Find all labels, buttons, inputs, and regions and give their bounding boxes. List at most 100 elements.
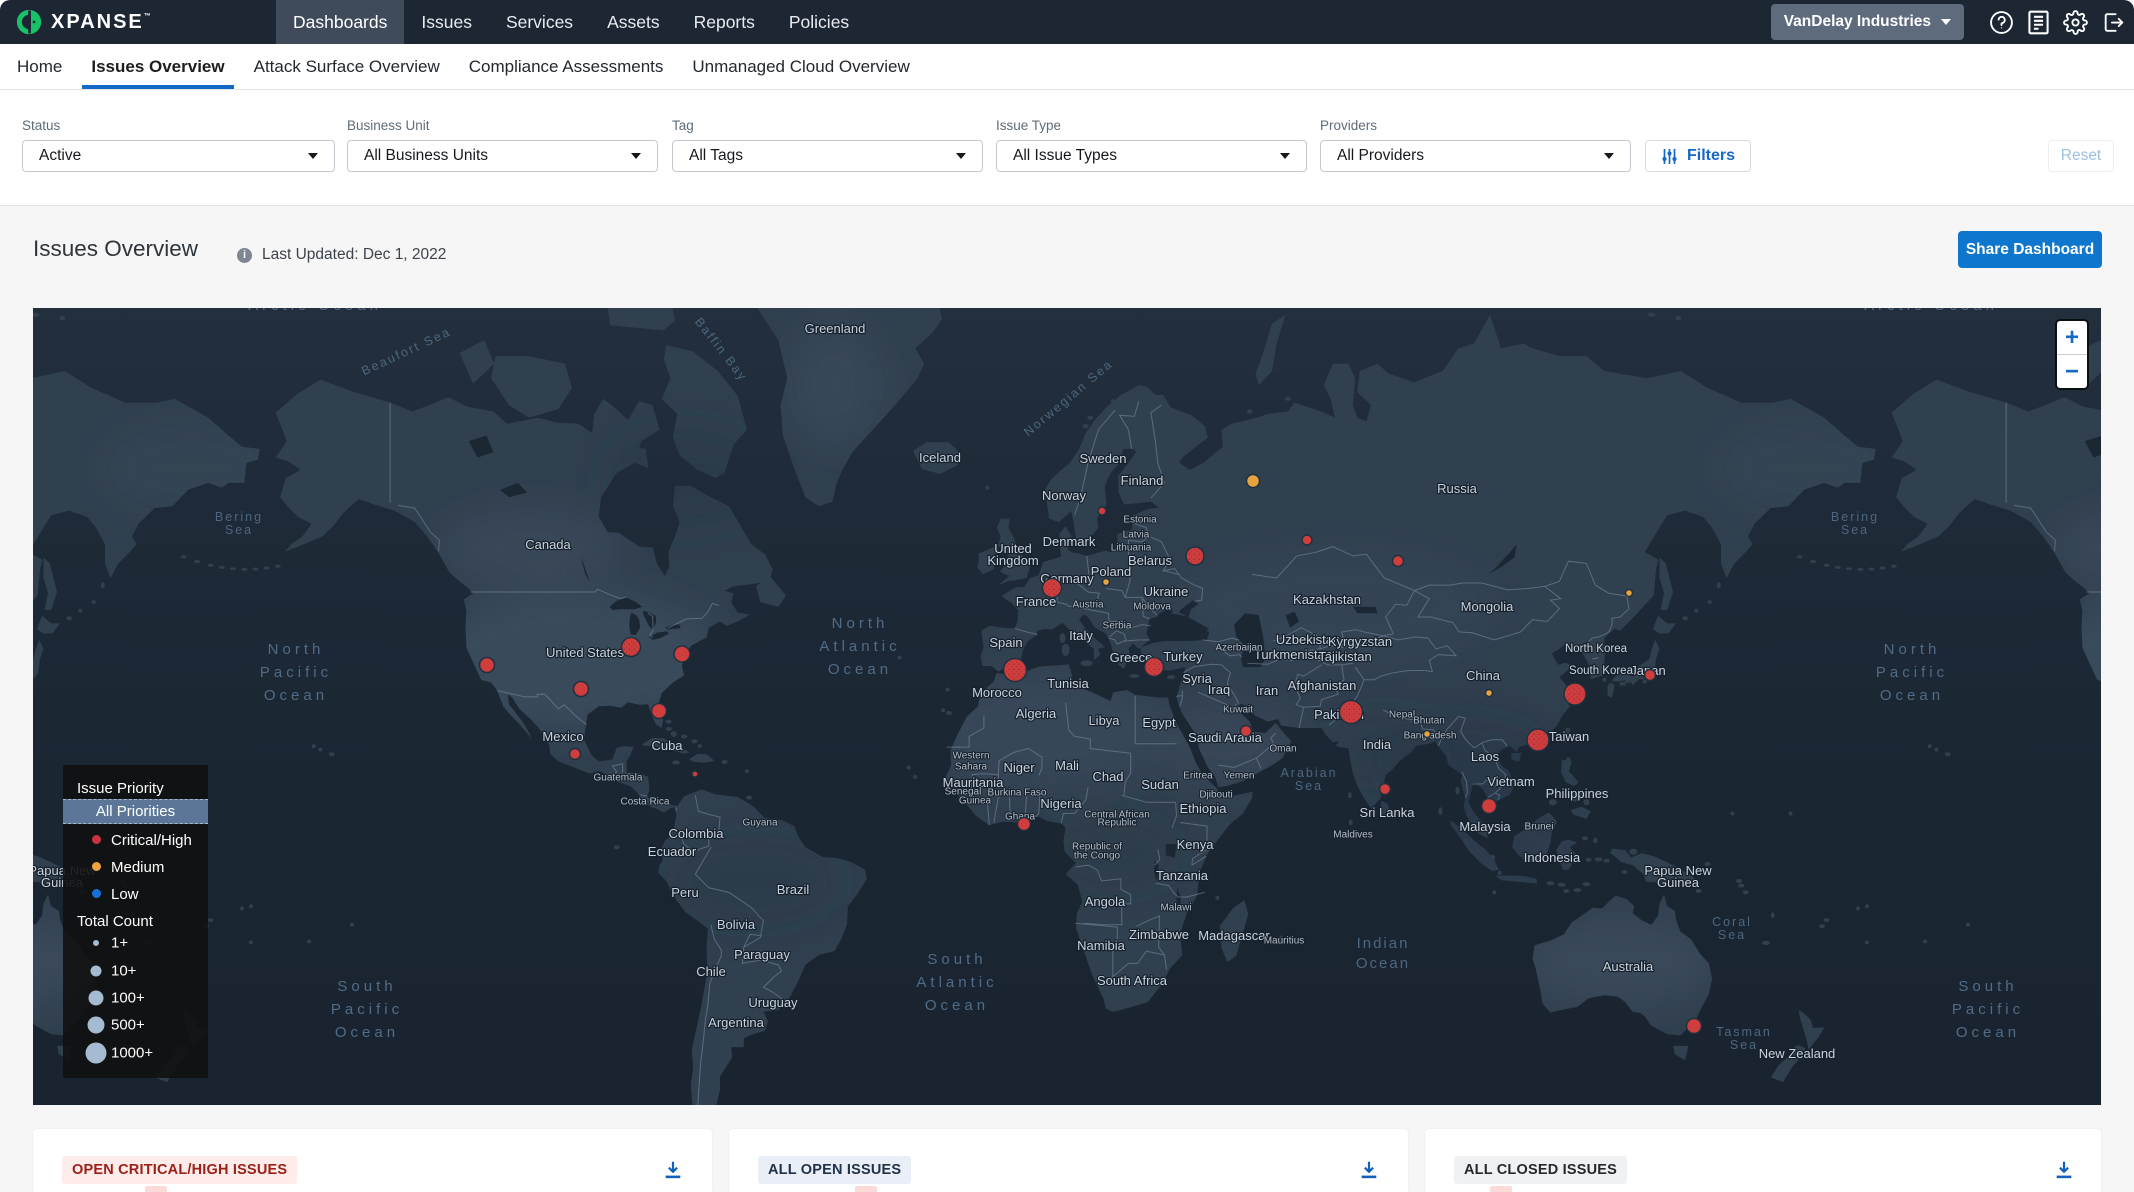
- svg-text:South Africa: South Africa: [1097, 973, 1168, 988]
- svg-text:Kazakhstan: Kazakhstan: [1293, 592, 1361, 607]
- svg-text:Sahara: Sahara: [955, 762, 988, 773]
- svg-text:Malawi: Malawi: [1160, 903, 1191, 914]
- svg-text:Pacific: Pacific: [1876, 664, 1948, 681]
- svg-text:India: India: [1363, 737, 1392, 752]
- svg-text:Angola: Angola: [1085, 894, 1126, 909]
- svg-text:Malaysia: Malaysia: [1459, 819, 1511, 834]
- svg-text:Belarus: Belarus: [1128, 553, 1173, 568]
- svg-text:Austria: Austria: [1072, 600, 1104, 611]
- svg-text:Sea: Sea: [1295, 779, 1323, 793]
- svg-text:Morocco: Morocco: [972, 685, 1022, 700]
- svg-text:Canada: Canada: [525, 537, 571, 552]
- svg-text:Serbia: Serbia: [1103, 621, 1132, 632]
- svg-text:Ocean: Ocean: [1956, 1024, 2020, 1041]
- svg-text:Indonesia: Indonesia: [1524, 850, 1581, 865]
- svg-text:Guyana: Guyana: [742, 818, 777, 829]
- svg-text:Nigeria: Nigeria: [1040, 796, 1082, 811]
- svg-text:the Congo: the Congo: [1074, 851, 1121, 862]
- svg-text:South Korea: South Korea: [1569, 665, 1634, 677]
- svg-text:Mongolia: Mongolia: [1461, 599, 1515, 614]
- svg-text:Ukraine: Ukraine: [1144, 584, 1189, 599]
- svg-text:Paraguay: Paraguay: [734, 947, 790, 962]
- svg-text:Taiwan: Taiwan: [1549, 729, 1589, 744]
- svg-text:Turkey: Turkey: [1163, 649, 1203, 664]
- svg-text:Kyrgyzstan: Kyrgyzstan: [1328, 634, 1392, 649]
- svg-text:Egypt: Egypt: [1142, 715, 1176, 730]
- svg-text:Sea: Sea: [1841, 523, 1869, 537]
- svg-text:Pacific: Pacific: [1952, 1001, 2024, 1018]
- svg-text:Greenland: Greenland: [805, 321, 866, 336]
- svg-text:Madagascar: Madagascar: [1198, 928, 1270, 943]
- svg-text:Chile: Chile: [696, 964, 726, 979]
- svg-text:Pacific: Pacific: [260, 664, 332, 681]
- svg-text:Sri Lanka: Sri Lanka: [1360, 805, 1416, 820]
- svg-text:Oman: Oman: [1269, 744, 1296, 755]
- svg-text:New Zealand: New Zealand: [1759, 1046, 1836, 1061]
- svg-text:Costa Rica: Costa Rica: [621, 797, 670, 808]
- svg-text:Bering: Bering: [1831, 510, 1879, 524]
- svg-text:Maldives: Maldives: [1333, 830, 1372, 841]
- svg-text:Pacific: Pacific: [331, 1001, 403, 1018]
- svg-text:Arctic Ocean: Arctic Ocean: [1864, 308, 1998, 314]
- svg-text:Bering: Bering: [215, 510, 263, 524]
- svg-text:Azerbaijan: Azerbaijan: [1215, 643, 1262, 654]
- svg-text:Brunei: Brunei: [1525, 822, 1554, 833]
- svg-text:Namibia: Namibia: [1077, 938, 1125, 953]
- svg-text:Poland: Poland: [1091, 564, 1131, 579]
- svg-text:Ocean: Ocean: [925, 997, 989, 1014]
- svg-text:Arctic Ocean: Arctic Ocean: [248, 308, 382, 314]
- svg-text:Estonia: Estonia: [1123, 515, 1157, 526]
- svg-text:Algeria: Algeria: [1016, 706, 1057, 721]
- svg-text:Tanzania: Tanzania: [1156, 868, 1209, 883]
- svg-text:Bhutan: Bhutan: [1413, 716, 1445, 727]
- svg-text:Colombia: Colombia: [669, 826, 725, 841]
- svg-text:Ocean: Ocean: [1356, 955, 1410, 972]
- svg-text:Chad: Chad: [1092, 769, 1123, 784]
- svg-text:Sea: Sea: [1730, 1038, 1758, 1052]
- svg-text:Mauritius: Mauritius: [1264, 936, 1305, 947]
- svg-text:North Korea: North Korea: [1565, 643, 1628, 655]
- svg-text:Australia: Australia: [1603, 959, 1654, 974]
- svg-text:Niger: Niger: [1003, 760, 1035, 775]
- svg-text:Argentina: Argentina: [708, 1015, 764, 1030]
- svg-text:Philippines: Philippines: [1546, 786, 1609, 801]
- svg-text:Uruguay: Uruguay: [748, 995, 798, 1010]
- svg-text:Italy: Italy: [1069, 628, 1093, 643]
- svg-text:North: North: [832, 615, 889, 632]
- svg-text:Arabian: Arabian: [1280, 766, 1337, 780]
- svg-text:Iran: Iran: [1256, 683, 1278, 698]
- svg-text:Burkina Faso: Burkina Faso: [988, 788, 1047, 799]
- svg-text:Cuba: Cuba: [651, 738, 683, 753]
- svg-text:Kenya: Kenya: [1177, 837, 1215, 852]
- svg-text:United States: United States: [546, 645, 625, 660]
- svg-text:Sea: Sea: [225, 523, 253, 537]
- svg-text:Brazil: Brazil: [777, 882, 810, 897]
- svg-text:Peru: Peru: [671, 885, 698, 900]
- svg-text:Tajikistan: Tajikistan: [1318, 649, 1371, 664]
- svg-text:Sudan: Sudan: [1141, 777, 1179, 792]
- svg-text:Sweden: Sweden: [1080, 451, 1127, 466]
- svg-text:South: South: [1958, 978, 2017, 995]
- svg-text:Ecuador: Ecuador: [648, 844, 697, 859]
- svg-text:Nepal: Nepal: [1389, 710, 1415, 721]
- svg-text:Mexico: Mexico: [542, 729, 583, 744]
- svg-text:Indian: Indian: [1357, 935, 1410, 952]
- svg-text:Latvia: Latvia: [1123, 530, 1150, 541]
- svg-text:Spain: Spain: [989, 635, 1022, 650]
- svg-text:Ocean: Ocean: [335, 1024, 399, 1041]
- svg-text:Denmark: Denmark: [1043, 534, 1096, 549]
- svg-text:Russia: Russia: [1437, 481, 1478, 496]
- svg-text:Ocean: Ocean: [1880, 687, 1944, 704]
- svg-text:Guinea: Guinea: [1657, 875, 1700, 890]
- svg-text:Iraq: Iraq: [1208, 682, 1230, 697]
- svg-text:Western: Western: [952, 751, 989, 762]
- svg-text:Atlantic: Atlantic: [916, 974, 997, 991]
- svg-text:Ethiopia: Ethiopia: [1180, 801, 1228, 816]
- svg-text:Bolivia: Bolivia: [717, 917, 756, 932]
- svg-text:Finland: Finland: [1121, 473, 1164, 488]
- svg-text:Mali: Mali: [1055, 758, 1079, 773]
- svg-text:Vietnam: Vietnam: [1487, 774, 1534, 789]
- svg-text:Eritrea: Eritrea: [1183, 771, 1213, 782]
- svg-text:Laos: Laos: [1471, 749, 1500, 764]
- svg-text:North: North: [268, 641, 325, 658]
